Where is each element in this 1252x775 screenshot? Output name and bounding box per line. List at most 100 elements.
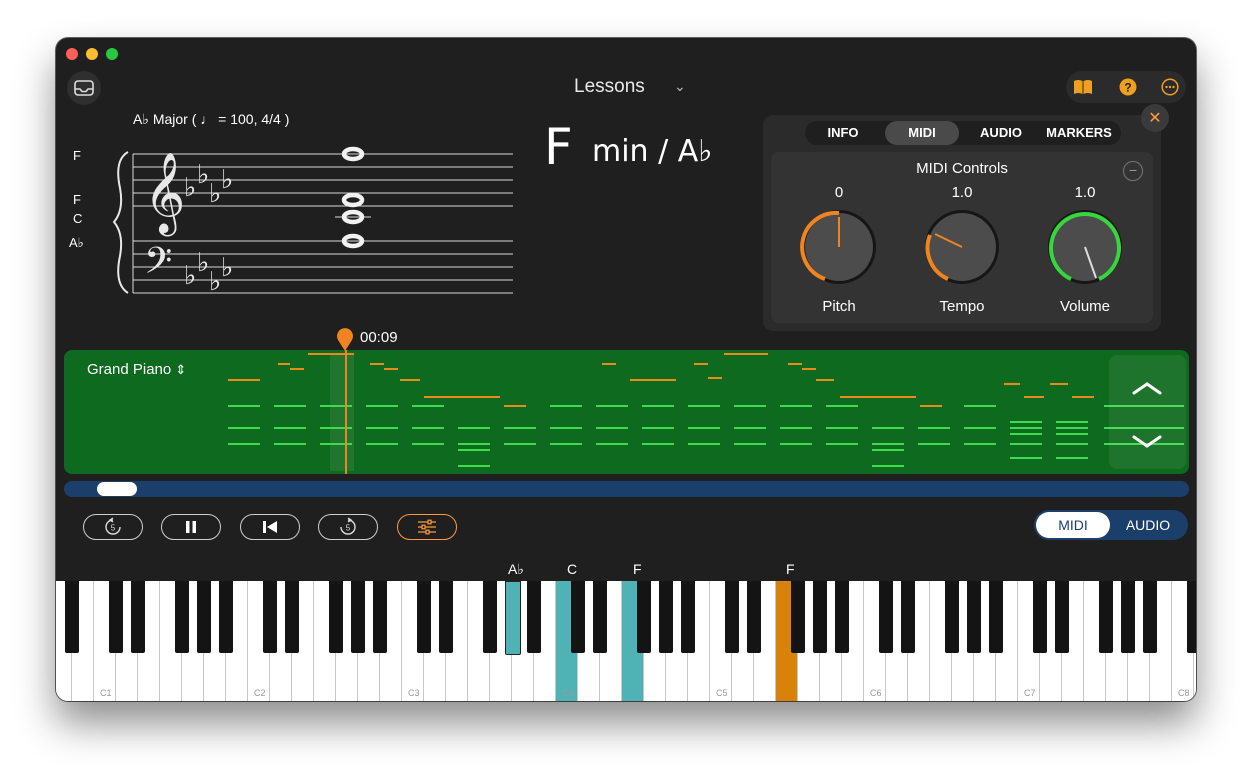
key-label-f-played: F (786, 561, 795, 577)
svg-text:♭: ♭ (221, 253, 233, 283)
pitch-knob[interactable] (799, 207, 879, 287)
mixer-button[interactable] (397, 514, 457, 540)
svg-text:♭: ♭ (184, 261, 196, 291)
black-key[interactable] (175, 581, 189, 653)
help-icon[interactable]: ? (1118, 77, 1138, 97)
skip-back-button[interactable] (240, 514, 300, 540)
book-icon[interactable] (1073, 77, 1093, 97)
midi-timeline[interactable]: Grand Piano ⇕ (64, 350, 1189, 474)
black-key[interactable] (879, 581, 893, 653)
black-key[interactable] (681, 581, 695, 653)
black-key[interactable] (351, 581, 365, 653)
octave-label: C6 (870, 688, 882, 698)
black-key[interactable] (131, 581, 145, 653)
black-key[interactable] (263, 581, 277, 653)
pause-button[interactable] (161, 514, 221, 540)
scrubber-thumb[interactable] (97, 482, 137, 496)
black-key[interactable] (505, 581, 521, 655)
section-title: MIDI Controls (916, 160, 1008, 177)
svg-text:?: ? (1124, 81, 1131, 95)
black-key[interactable] (1033, 581, 1047, 653)
tempo-knob[interactable] (922, 207, 1002, 287)
tab-info[interactable]: INFO (809, 121, 877, 145)
black-key[interactable] (659, 581, 673, 653)
close-panel-button[interactable]: ✕ (1141, 104, 1169, 132)
black-key[interactable] (571, 581, 585, 653)
svg-text:♭: ♭ (197, 160, 209, 190)
black-key[interactable] (813, 581, 827, 653)
black-key[interactable] (989, 581, 1003, 653)
forward-5-icon: 5 (340, 517, 356, 535)
black-key[interactable] (791, 581, 805, 653)
black-key[interactable] (637, 581, 651, 653)
octave-label: C1 (100, 688, 112, 698)
black-key[interactable] (1187, 581, 1196, 653)
key-label-f: F (633, 561, 642, 577)
svg-text:♭: ♭ (209, 179, 221, 209)
black-key[interactable] (901, 581, 915, 653)
mode-audio-option[interactable]: AUDIO (1110, 512, 1186, 538)
black-key[interactable] (725, 581, 739, 653)
black-key[interactable] (593, 581, 607, 653)
black-key[interactable] (285, 581, 299, 653)
black-key[interactable] (945, 581, 959, 653)
midi-controls-section: MIDI Controls − 0 Pitch 1.0 Tempo 1.0 Vo… (771, 152, 1153, 323)
black-key[interactable] (1055, 581, 1069, 653)
forward-5-button[interactable]: 5 (318, 514, 378, 540)
mode-midi-option[interactable]: MIDI (1036, 512, 1110, 538)
pitch-value: 0 (834, 184, 844, 201)
chord-quality: min / A♭ (592, 134, 713, 169)
minimize-window-button[interactable] (86, 48, 98, 60)
octave-label: C7 (1024, 688, 1036, 698)
black-key[interactable] (1143, 581, 1157, 653)
black-key[interactable] (219, 581, 233, 653)
svg-text:♭: ♭ (197, 248, 209, 278)
playhead-marker-icon[interactable] (336, 328, 354, 352)
pitch-label: Pitch (822, 298, 856, 315)
black-key[interactable] (329, 581, 343, 653)
more-icon[interactable] (1160, 77, 1180, 97)
mixer-icon (418, 519, 436, 535)
black-key[interactable] (1121, 581, 1135, 653)
octave-label: C5 (716, 688, 728, 698)
inbox-tray-icon[interactable] (67, 71, 101, 105)
black-key[interactable] (65, 581, 79, 653)
tab-markers[interactable]: MARKERS (1041, 121, 1117, 145)
chord-root: F (544, 118, 573, 176)
black-key[interactable] (109, 581, 123, 653)
tab-audio[interactable]: AUDIO (965, 121, 1037, 145)
black-key[interactable] (747, 581, 761, 653)
chevron-up-icon[interactable] (1132, 381, 1162, 395)
progress-scrubber[interactable] (64, 481, 1189, 497)
octave-label: C8 (1178, 688, 1190, 698)
octave-label: C3 (408, 688, 420, 698)
treble-clef-icon: 𝄞 (144, 151, 185, 236)
rewind-5-button[interactable]: 5 (83, 514, 143, 540)
note-label: F (73, 192, 81, 207)
black-key[interactable] (197, 581, 211, 653)
black-key[interactable] (483, 581, 497, 653)
black-key[interactable] (373, 581, 387, 653)
skip-back-icon (263, 521, 277, 533)
close-window-button[interactable] (66, 48, 78, 60)
piano-keyboard[interactable]: C1 C2 C3 C4 C5 C6 C7 C8 (56, 581, 1196, 701)
key-signature: A♭ Major ( ♩ = 100, 4/4 ) (133, 111, 290, 127)
zoom-window-button[interactable] (106, 48, 118, 60)
chevron-down-icon[interactable]: ⌄ (674, 78, 686, 95)
note-rolls (228, 350, 1184, 474)
tab-midi[interactable]: MIDI (885, 121, 959, 145)
black-key[interactable] (1099, 581, 1113, 653)
black-key[interactable] (439, 581, 453, 653)
inspector-panel: INFO MIDI AUDIO MARKERS MIDI Controls − … (763, 115, 1161, 331)
chevron-down-icon[interactable] (1132, 435, 1162, 449)
tempo-value: 1.0 (951, 184, 973, 201)
volume-knob[interactable] (1045, 207, 1125, 287)
lessons-title[interactable]: Lessons (574, 76, 645, 98)
black-key[interactable] (835, 581, 849, 653)
bass-clef-icon: 𝄢 (144, 240, 172, 291)
black-key[interactable] (967, 581, 981, 653)
inspector-tabs: INFO MIDI AUDIO MARKERS (805, 121, 1121, 145)
black-key[interactable] (527, 581, 541, 653)
collapse-icon[interactable]: − (1123, 161, 1143, 181)
black-key[interactable] (417, 581, 431, 653)
